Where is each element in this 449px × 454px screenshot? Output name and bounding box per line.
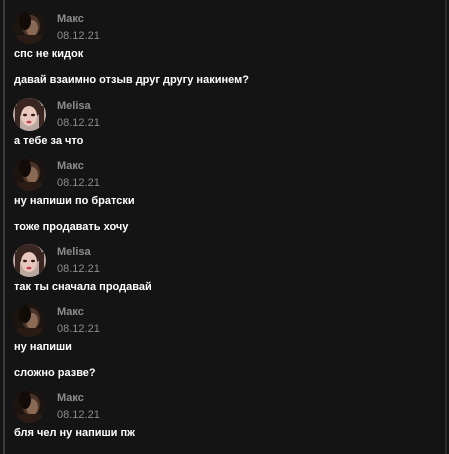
light-portrait-avatar-icon xyxy=(13,98,46,131)
light-portrait-avatar-icon xyxy=(13,244,46,277)
message-date: 08.12.21 xyxy=(57,117,100,129)
message-text: так ты сначала продавай xyxy=(14,281,152,293)
author-name[interactable]: Melisa xyxy=(57,246,91,258)
author-name[interactable]: Melisa xyxy=(57,100,91,112)
message-text: ну напиши xyxy=(14,341,72,353)
user-avatar[interactable] xyxy=(13,304,46,337)
message-text: а тебе за что xyxy=(14,135,84,147)
user-avatar[interactable] xyxy=(13,98,46,131)
message-date: 08.12.21 xyxy=(57,263,100,275)
author-name[interactable]: Макс xyxy=(57,13,84,25)
message-text: тоже продавать хочу xyxy=(14,221,129,233)
user-avatar[interactable] xyxy=(13,158,46,191)
user-avatar[interactable] xyxy=(13,390,46,423)
dark-portrait-avatar-icon xyxy=(13,11,46,44)
chat-thread: Макс 08.12.21 спс не кидок давай взаимно… xyxy=(0,0,449,454)
dark-portrait-avatar-icon xyxy=(13,390,46,423)
message-text: сложно разве? xyxy=(14,367,96,379)
author-name[interactable]: Макс xyxy=(57,160,84,172)
message-date: 08.12.21 xyxy=(57,409,100,421)
dark-portrait-avatar-icon xyxy=(13,304,46,337)
message-date: 08.12.21 xyxy=(57,30,100,42)
dark-portrait-avatar-icon xyxy=(13,158,46,191)
message-text: спс не кидок xyxy=(14,48,84,60)
author-name[interactable]: Макс xyxy=(57,392,84,404)
message-date: 08.12.21 xyxy=(57,323,100,335)
user-avatar[interactable] xyxy=(13,244,46,277)
message-text: бля чел ну напиши пж xyxy=(14,427,135,439)
message-text: давай взаимно отзыв друг другу накинем? xyxy=(14,74,249,86)
message-text: ну напиши по братски xyxy=(14,195,135,207)
user-avatar[interactable] xyxy=(13,11,46,44)
thread-divider xyxy=(3,0,5,454)
message-date: 08.12.21 xyxy=(57,177,100,189)
author-name[interactable]: Макс xyxy=(57,306,84,318)
scrollbar[interactable] xyxy=(445,0,447,454)
